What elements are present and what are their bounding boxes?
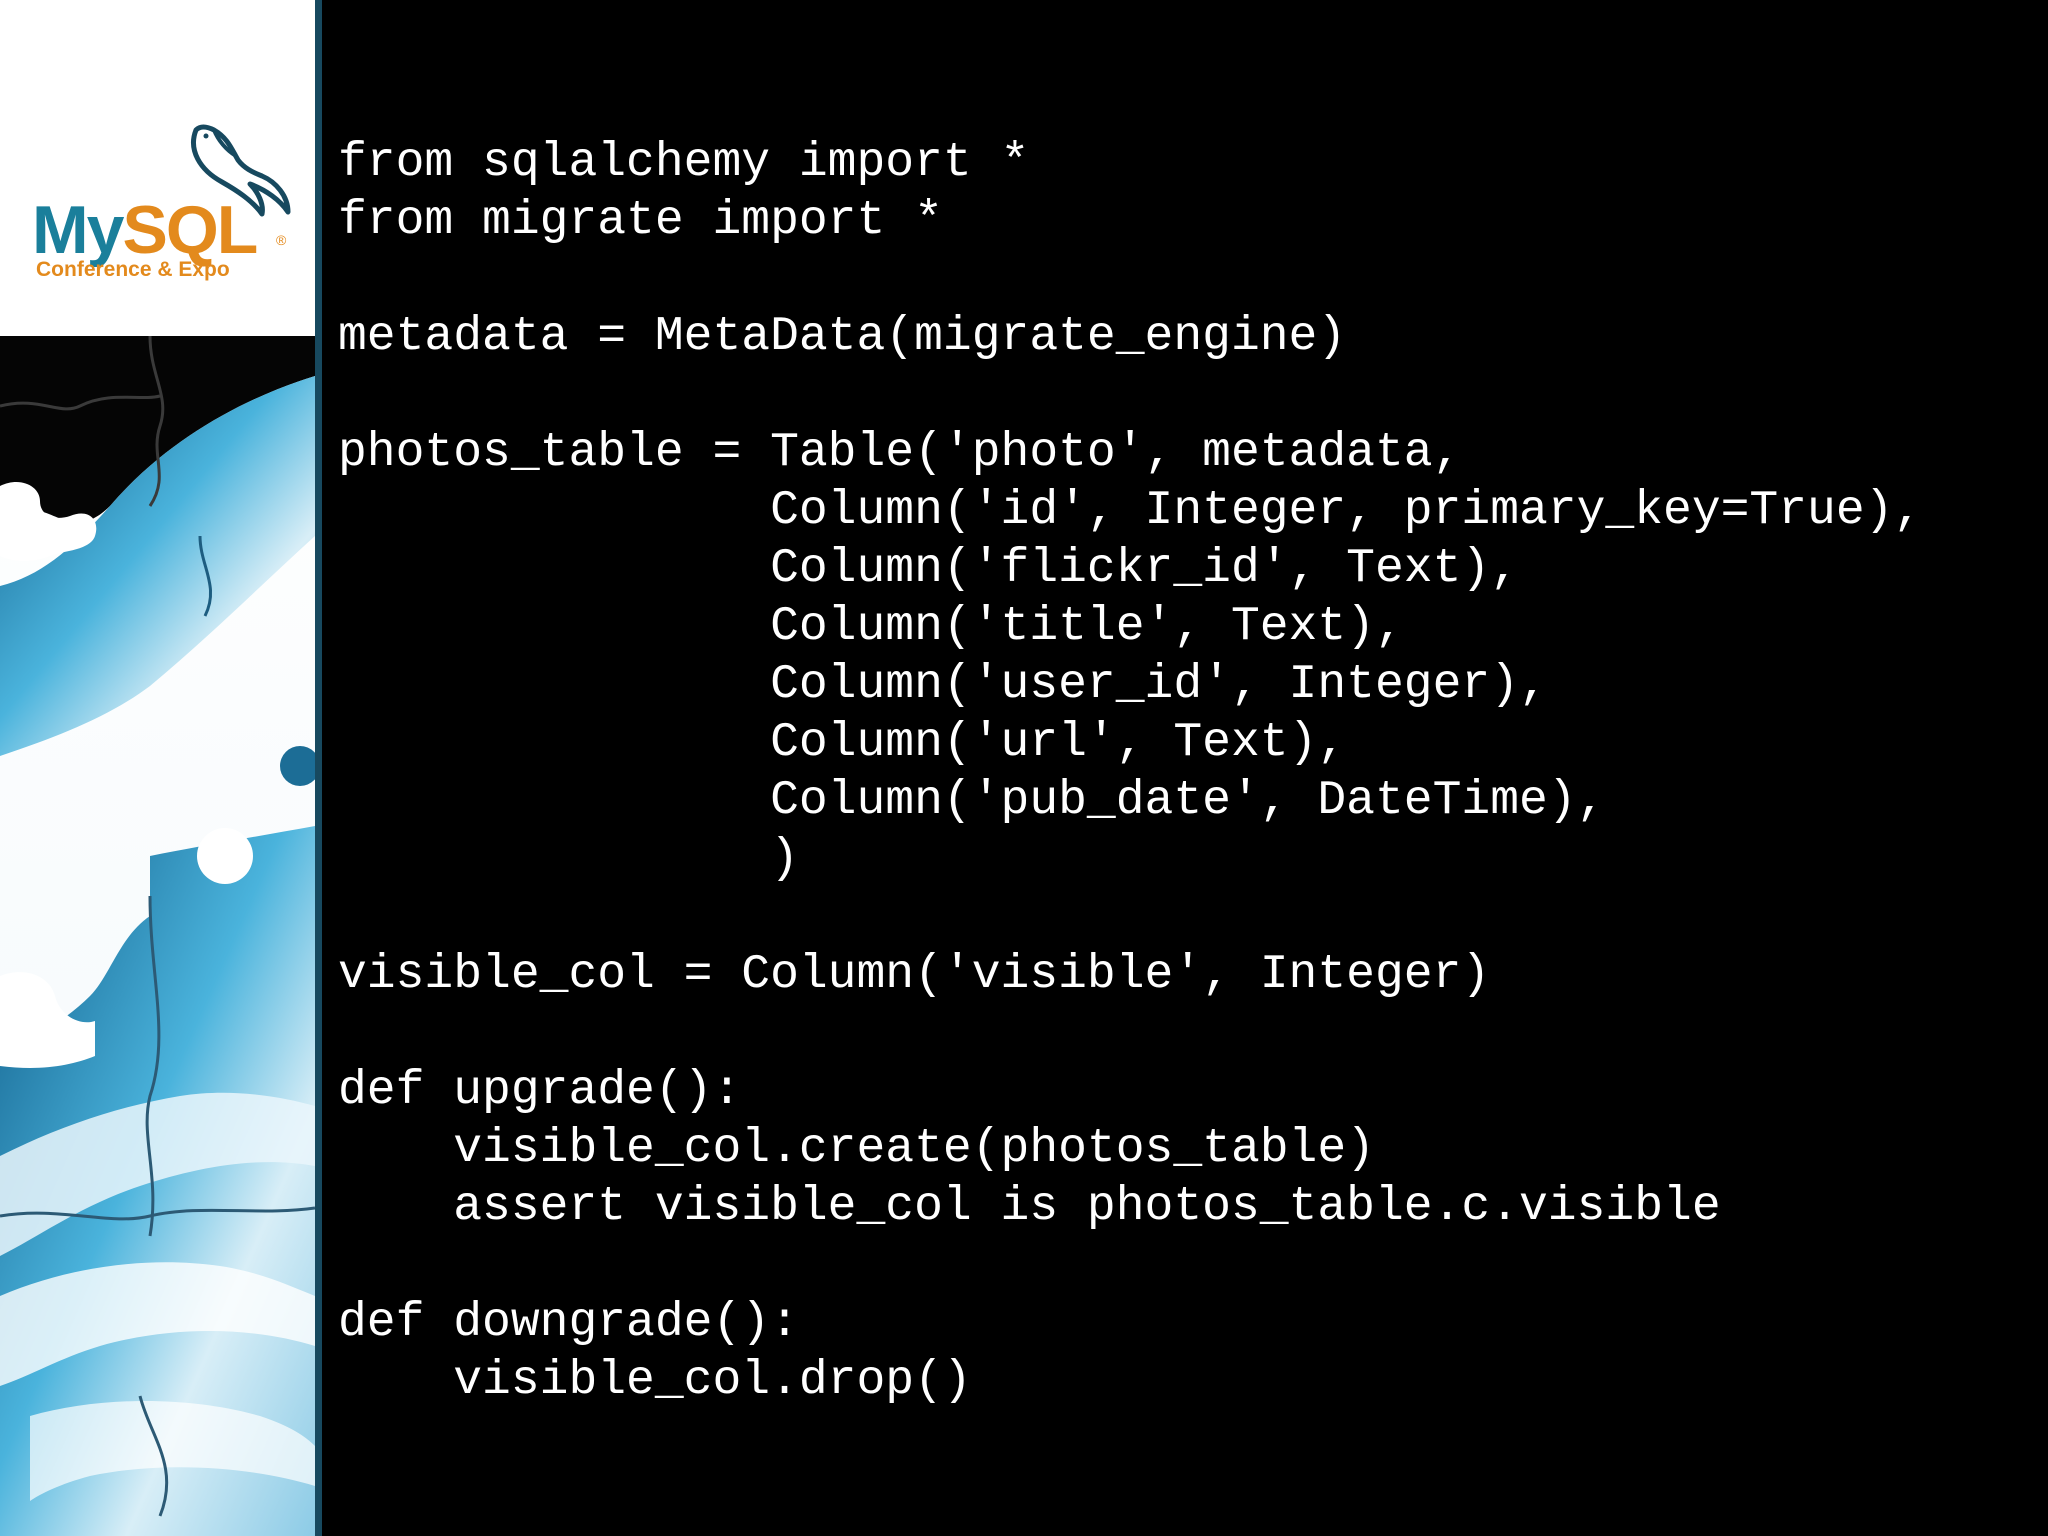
code-line: visible_col.drop() (338, 1354, 972, 1408)
code-line: def downgrade(): (338, 1296, 799, 1350)
code-line: visible_col.create(photos_table) (338, 1122, 1375, 1176)
sidebar-divider (315, 0, 322, 1536)
code-line: Column('flickr_id', Text), (338, 542, 1519, 596)
code-line: assert visible_col is photos_table.c.vis… (338, 1180, 1721, 1234)
code-line: def upgrade(): (338, 1064, 742, 1118)
code-line: visible_col = Column('visible', Integer) (338, 948, 1491, 1002)
conference-logo: MySQL ® Conference & Expo (0, 0, 315, 336)
sidebar-decoration: MySQL ® Conference & Expo (0, 0, 315, 1536)
logo-subtitle: Conference & Expo (36, 258, 230, 281)
puzzle-earth-image (0, 336, 315, 1536)
logo-sql: SQL (122, 192, 258, 268)
code-line: photos_table = Table('photo', metadata, (338, 426, 1462, 480)
code-block: from sqlalchemy import * from migrate imp… (338, 134, 1922, 1410)
code-line: from sqlalchemy import * (338, 136, 1030, 190)
code-line: metadata = MetaData(migrate_engine) (338, 310, 1347, 364)
code-line: Column('pub_date', DateTime), (338, 774, 1606, 828)
code-line: Column('url', Text), (338, 716, 1347, 770)
registered-mark: ® (276, 232, 287, 248)
code-line: Column('id', Integer, primary_key=True), (338, 484, 1923, 538)
code-line: Column('user_id', Integer), (338, 658, 1548, 712)
logo-wordmark: MySQL (32, 196, 258, 264)
code-line: from migrate import * (338, 194, 943, 248)
code-line: Column('title', Text), (338, 600, 1404, 654)
code-line: ) (338, 832, 799, 886)
logo-my: My (32, 192, 124, 268)
